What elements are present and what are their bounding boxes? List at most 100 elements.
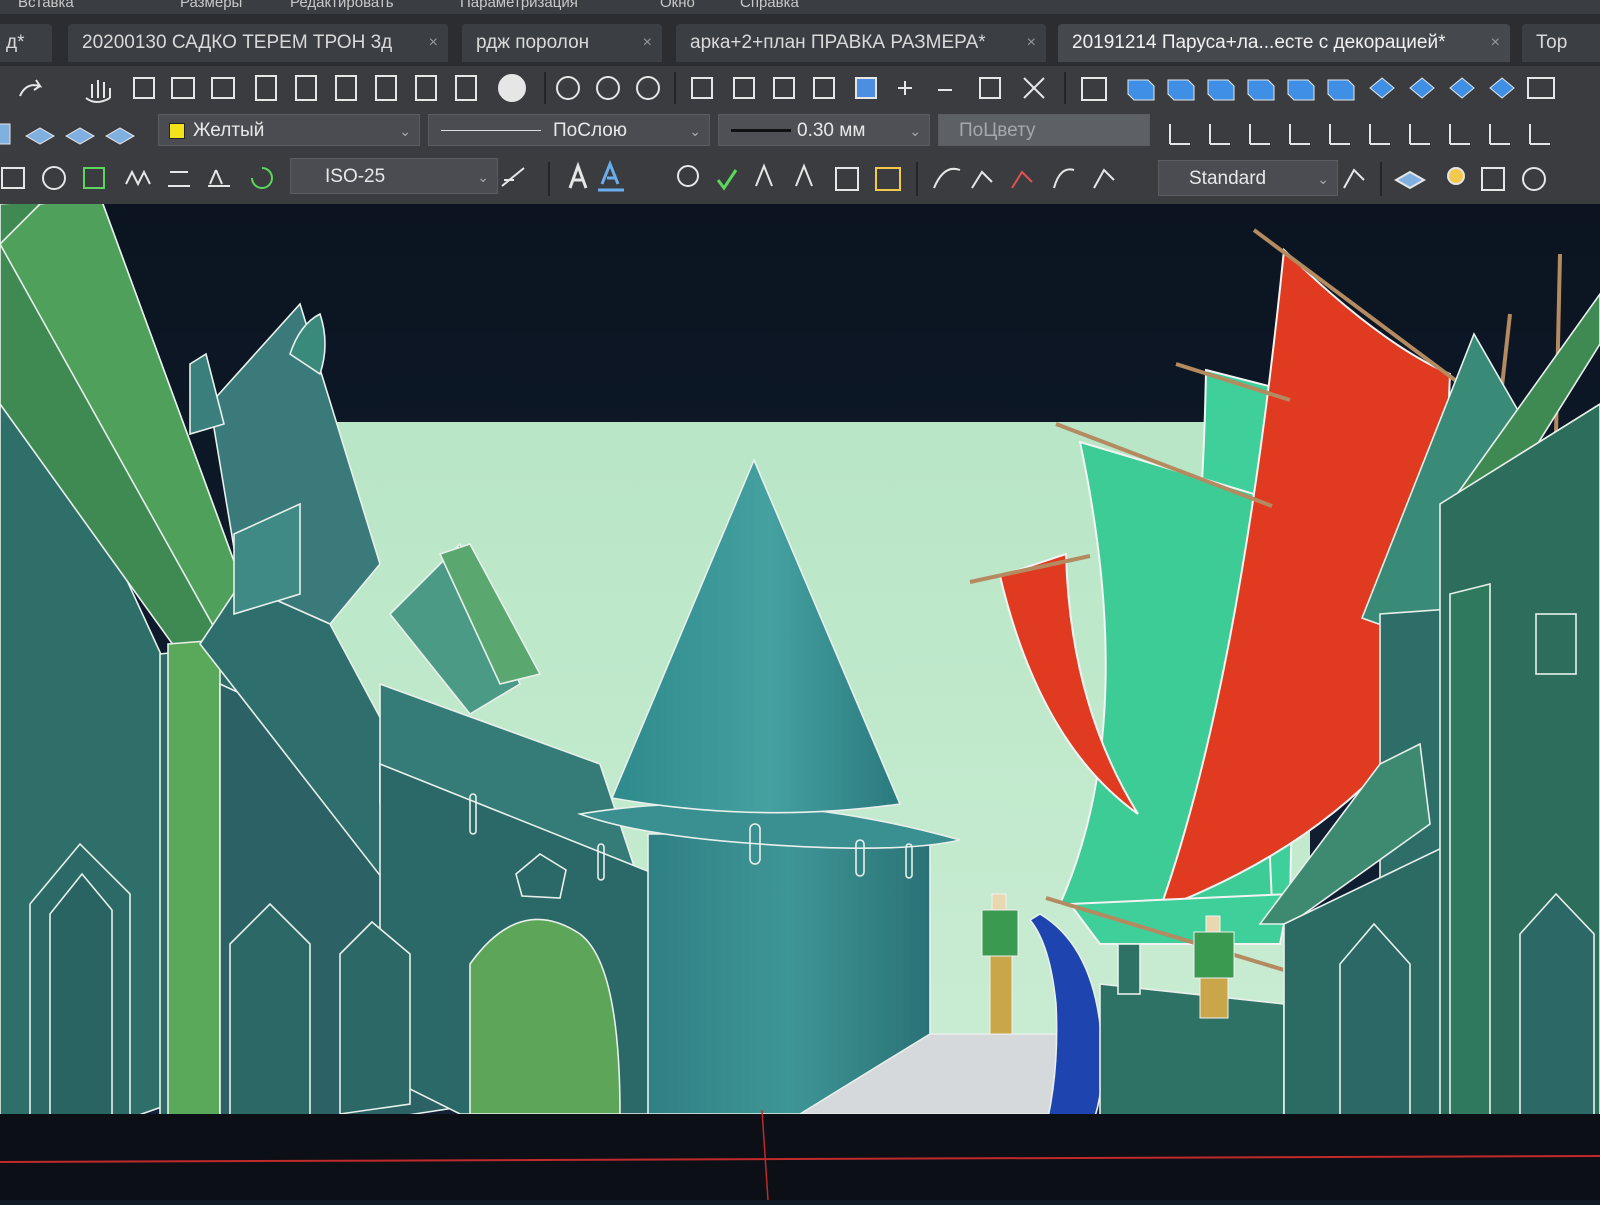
view-back-icon[interactable] [1327,79,1355,101]
text-justify-icon[interactable] [795,163,813,187]
view-bottom-icon[interactable] [1167,79,1195,101]
zoom-in-icon[interactable] [898,81,912,95]
menu-item-dimension[interactable]: Размеры [180,0,242,11]
ucs-world-icon[interactable] [1209,124,1230,145]
view-nw-iso-icon[interactable] [1489,77,1515,99]
ucs-face-icon[interactable] [1289,124,1310,145]
help-icon[interactable] [498,74,526,102]
zoom-object-icon[interactable] [855,77,877,99]
dim-update-icon[interactable] [251,167,273,189]
render-icon[interactable] [1522,167,1546,191]
tool-palettes-icon[interactable] [335,75,357,101]
find-text-icon[interactable] [677,165,699,187]
make-current-layer-icon[interactable] [64,127,96,145]
ucs-object-icon[interactable] [1329,124,1350,145]
tab-rdzh-porolon[interactable]: рдж поролон × [462,24,662,62]
view-manager-icon[interactable] [1081,77,1107,101]
toolbar-properties: Желтый ⌄ ПоСлою ⌄ 0.30 мм ⌄ ПоЦвету [0,110,1600,154]
text-scale-icon[interactable] [755,163,773,187]
ucs-z-axis-icon[interactable] [1449,124,1470,145]
align-leader-icon[interactable] [1053,168,1075,189]
zoom-window-icon[interactable] [171,77,195,99]
mleader-style-dropdown[interactable]: Standard ⌄ [1158,160,1338,196]
pan-hand-icon[interactable] [85,80,111,103]
calculator-icon[interactable] [455,75,477,101]
dim-edit-icon[interactable] [168,171,190,187]
visual-styles-icon[interactable] [1393,170,1427,190]
zoom-scale-icon[interactable] [773,77,795,99]
spell-check-icon[interactable] [716,169,738,191]
dim-center-icon[interactable] [42,166,66,190]
ucs-icon[interactable] [1169,124,1190,145]
materials-icon[interactable] [1481,167,1505,191]
layer-state-icon[interactable] [0,123,11,145]
properties-icon[interactable] [255,75,277,101]
close-icon[interactable]: × [429,24,438,62]
table-icon[interactable] [875,167,901,191]
multileader-icon[interactable] [933,167,961,189]
layer-properties-icon[interactable] [24,127,56,145]
menu-item-window[interactable]: Окно [660,0,695,11]
text-style-icon[interactable] [568,161,588,189]
zoom-extents-icon-2[interactable] [1023,77,1045,99]
zoom-extents-icon[interactable] [211,77,235,99]
ucs-x-icon[interactable] [1529,124,1550,145]
camera-icon[interactable] [1527,77,1555,99]
view-left-icon[interactable] [1207,79,1235,101]
ucs-view-icon[interactable] [1369,124,1390,145]
zoom-window-icon-2[interactable] [691,77,713,99]
layer-previous-icon[interactable] [104,127,136,145]
menu-item-insert[interactable]: Вставка [18,0,74,11]
view-ne-iso-icon[interactable] [1449,77,1475,99]
dim-inspect-icon[interactable] [83,167,105,189]
close-icon[interactable]: × [1027,24,1036,62]
close-icon[interactable]: × [1491,24,1500,62]
continuous-orbit-icon[interactable] [636,76,660,100]
ucs-previous-icon[interactable] [1249,124,1270,145]
menu-item-parametric[interactable]: Параметризация [460,0,578,11]
view-top-icon[interactable] [1127,79,1155,101]
lineweight-dropdown[interactable]: 0.30 мм ⌄ [718,114,930,146]
lights-icon[interactable] [1447,167,1465,185]
tab-prev-file[interactable]: д* [0,24,52,62]
tab-arka-plan[interactable]: арка+2+план ПРАВКА РАЗМЕРА* × [676,24,1046,62]
view-front-icon[interactable] [1287,79,1315,101]
markup-icon[interactable] [415,75,437,101]
free-orbit-icon[interactable] [596,76,620,100]
remove-leader-icon[interactable] [1011,170,1033,189]
sheet-set-icon[interactable] [375,75,397,101]
zoom-all-icon[interactable] [979,77,1001,99]
view-right-icon[interactable] [1247,79,1275,101]
dim-jogged-icon[interactable] [125,169,151,187]
tab-tor[interactable]: Тор [1522,24,1600,62]
ucs-3point-icon[interactable] [1489,124,1510,145]
redo-icon[interactable] [19,79,43,97]
dim-continue-icon[interactable] [1,167,25,189]
dimstyle-dropdown[interactable]: ISO-25 ⌄ [290,158,498,194]
multiline-text-icon[interactable] [598,159,624,192]
menu-item-modify[interactable]: Редактировать [290,0,394,11]
tab-sadko-terem[interactable]: 20200130 САДКО ТЕРЕМ ТРОН 3д × [68,24,448,62]
text-frame-icon[interactable] [835,167,859,191]
collect-leader-icon[interactable] [1093,168,1115,189]
mleader-style-icon[interactable] [1343,168,1365,189]
separator [548,162,550,196]
view-sw-iso-icon[interactable] [1369,77,1395,99]
dim-text-edit-icon[interactable] [208,169,230,187]
close-icon[interactable]: × [643,24,652,62]
color-dropdown[interactable]: Желтый ⌄ [158,114,420,146]
ucs-origin-icon[interactable] [1409,124,1430,145]
zoom-center-icon[interactable] [813,77,835,99]
tab-parusa-active[interactable]: 20191214 Паруса+ла...есте с декорацией* … [1058,24,1510,62]
zoom-dynamic-icon[interactable] [733,77,755,99]
add-leader-icon[interactable] [971,170,993,189]
view-se-iso-icon[interactable] [1409,77,1435,99]
drawing-viewport[interactable] [0,195,1600,1201]
chevron-down-icon: ⌄ [1317,171,1329,187]
dim-style-icon[interactable] [501,167,525,187]
linetype-dropdown[interactable]: ПоСлою ⌄ [428,114,710,146]
orbit-icon[interactable] [556,76,580,100]
design-center-icon[interactable] [295,75,317,101]
zoom-realtime-icon[interactable] [133,77,155,99]
menu-item-help[interactable]: Справка [740,0,799,11]
